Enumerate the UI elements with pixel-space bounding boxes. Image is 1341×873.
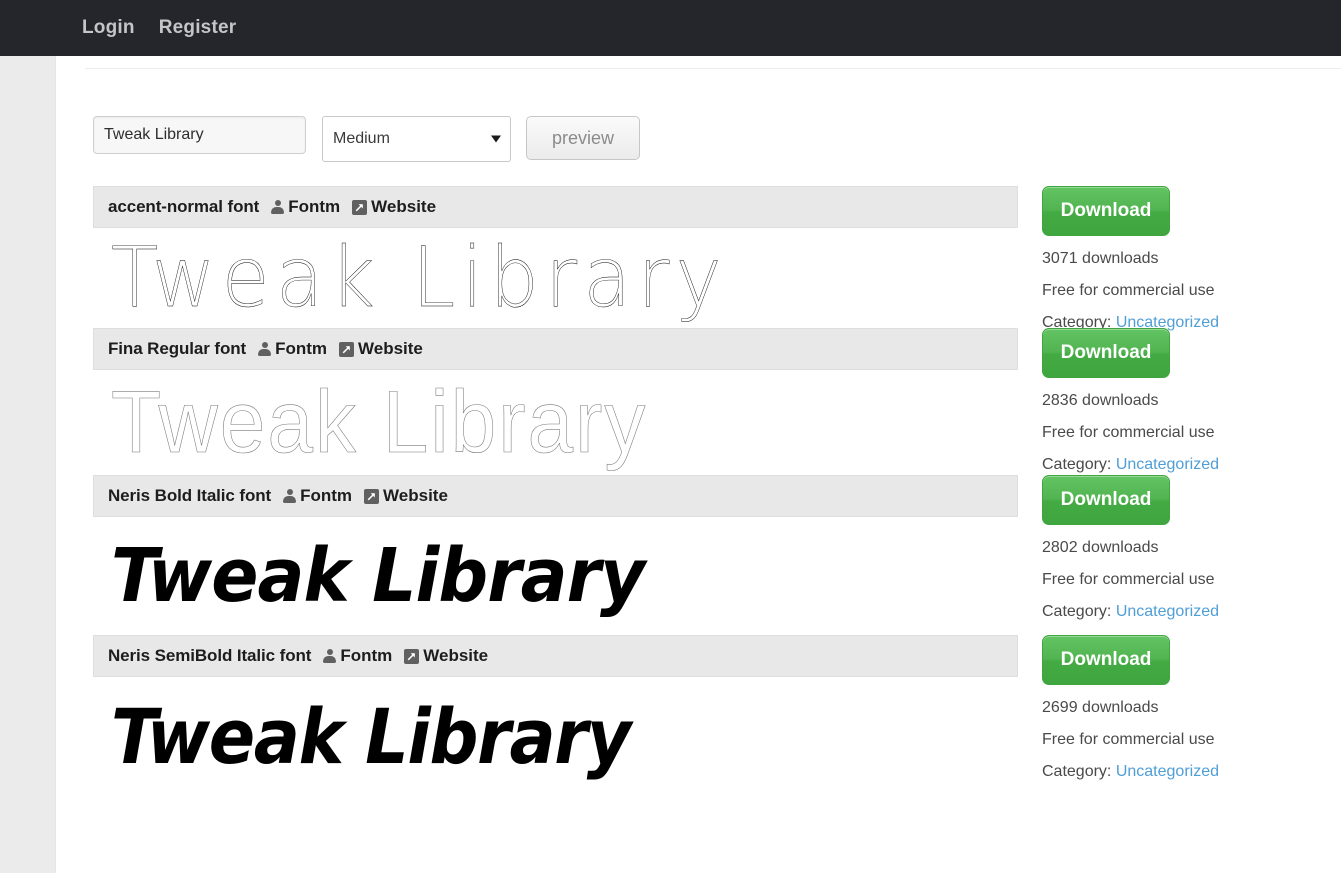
category-row: Category: Uncategorized xyxy=(1042,763,1341,781)
font-preview-area: Tweak Library xyxy=(93,228,1018,328)
license-label: Free for commercial use xyxy=(1042,424,1215,441)
download-count: 2836 downloads xyxy=(1042,392,1159,409)
font-preview-area: Tweak Library xyxy=(93,517,1018,635)
license-label: Free for commercial use xyxy=(1042,282,1215,299)
download-count: 2699 downloads xyxy=(1042,699,1159,716)
category-row: Category: Uncategorized xyxy=(1042,456,1341,474)
font-website-link[interactable]: Website xyxy=(371,197,436,217)
external-link-icon xyxy=(404,648,420,664)
font-result-header: Neris Bold Italic font Fontm Website xyxy=(93,475,1018,517)
font-author-link[interactable]: Fontm xyxy=(300,486,352,506)
download-count: 2802 downloads xyxy=(1042,539,1159,556)
user-icon xyxy=(283,488,297,504)
page-body: Medium preview accent-normal font Fontm We… xyxy=(0,56,1341,873)
font-download-column: Download 2836 downloads Free for commercia… xyxy=(1042,328,1341,474)
download-button[interactable]: Download xyxy=(1042,328,1170,378)
category-label: Category: xyxy=(1042,603,1112,620)
font-preview-text: Tweak Library xyxy=(111,692,631,781)
category-link[interactable]: Uncategorized xyxy=(1116,763,1219,780)
font-author-link[interactable]: Fontm xyxy=(288,197,340,217)
font-name-label: Fina Regular font xyxy=(108,339,247,358)
nav-item-register[interactable]: Register xyxy=(147,0,249,56)
font-size-select-value[interactable]: Medium xyxy=(322,116,511,162)
font-result-header: accent-normal font Fontm Website xyxy=(93,186,1018,228)
top-navbar: Login Register xyxy=(0,0,1341,56)
font-website-link[interactable]: Website xyxy=(358,339,423,359)
font-preview-text: Tweak Library xyxy=(111,533,645,619)
font-website-link[interactable]: Website xyxy=(423,646,488,666)
font-result-header: Fina Regular font Fontm Website xyxy=(93,328,1018,370)
font-results-list: accent-normal font Fontm Website Tweak Libr… xyxy=(93,186,1341,797)
external-link-icon xyxy=(352,199,368,215)
left-rail xyxy=(0,56,55,873)
font-download-column: Download 2802 downloads Free for commercia… xyxy=(1042,475,1341,621)
user-icon xyxy=(271,199,285,215)
font-result-main: Neris SemiBold Italic font Fontm Website Tw… xyxy=(93,635,1018,797)
font-size-select[interactable]: Medium xyxy=(322,116,511,162)
font-result-main: Neris Bold Italic font Fontm Website Tweak … xyxy=(93,475,1018,635)
font-result-main: accent-normal font Fontm Website Tweak Libr… xyxy=(93,186,1018,328)
font-name-label: Neris Bold Italic font xyxy=(108,486,272,505)
user-icon xyxy=(258,341,272,357)
preview-toolbar: Medium preview xyxy=(93,116,640,162)
category-row: Category: Uncategorized xyxy=(1042,603,1341,621)
nav-item-login[interactable]: Login xyxy=(70,0,147,56)
category-label: Category: xyxy=(1042,763,1112,780)
font-preview-area: Tweak Library xyxy=(93,370,1018,475)
font-result-row: Neris Bold Italic font Fontm Website Tweak … xyxy=(93,475,1341,635)
user-icon xyxy=(323,648,337,664)
external-link-icon xyxy=(339,341,355,357)
category-label: Category: xyxy=(1042,456,1112,473)
font-result-row: Neris SemiBold Italic font Fontm Website Tw… xyxy=(93,635,1341,797)
download-button[interactable]: Download xyxy=(1042,186,1170,236)
download-count: 3071 downloads xyxy=(1042,250,1159,267)
category-link[interactable]: Uncategorized xyxy=(1116,456,1219,473)
font-preview-text: Tweak Library xyxy=(111,372,648,472)
font-download-column: Download 3071 downloads Free for commercia… xyxy=(1042,186,1341,332)
external-link-icon xyxy=(364,488,380,504)
download-button[interactable]: Download xyxy=(1042,635,1170,685)
font-result-row: Fina Regular font Fontm Website Tweak Libra… xyxy=(93,328,1341,475)
font-author-link[interactable]: Fontm xyxy=(275,339,327,359)
left-rail-divider xyxy=(55,56,56,873)
license-label: Free for commercial use xyxy=(1042,731,1215,748)
font-website-link[interactable]: Website xyxy=(383,486,448,506)
font-name-label: accent-normal font xyxy=(108,197,260,216)
font-download-column: Download 2699 downloads Free for commercia… xyxy=(1042,635,1341,781)
font-preview-area: Tweak Library xyxy=(93,677,1018,797)
preview-button[interactable]: preview xyxy=(526,116,640,160)
nav-link-group: Login Register xyxy=(70,0,248,56)
font-author-link[interactable]: Fontm xyxy=(340,646,392,666)
category-link[interactable]: Uncategorized xyxy=(1116,603,1219,620)
font-result-main: Fina Regular font Fontm Website Tweak Libra… xyxy=(93,328,1018,475)
font-result-header: Neris SemiBold Italic font Fontm Website xyxy=(93,635,1018,677)
font-name-label: Neris SemiBold Italic font xyxy=(108,646,312,665)
font-preview-text: Tweak Library xyxy=(111,229,728,327)
content-top-divider xyxy=(85,68,1341,69)
license-label: Free for commercial use xyxy=(1042,571,1215,588)
download-button[interactable]: Download xyxy=(1042,475,1170,525)
preview-text-input[interactable] xyxy=(93,116,306,154)
font-result-row: accent-normal font Fontm Website Tweak Libr… xyxy=(93,186,1341,331)
